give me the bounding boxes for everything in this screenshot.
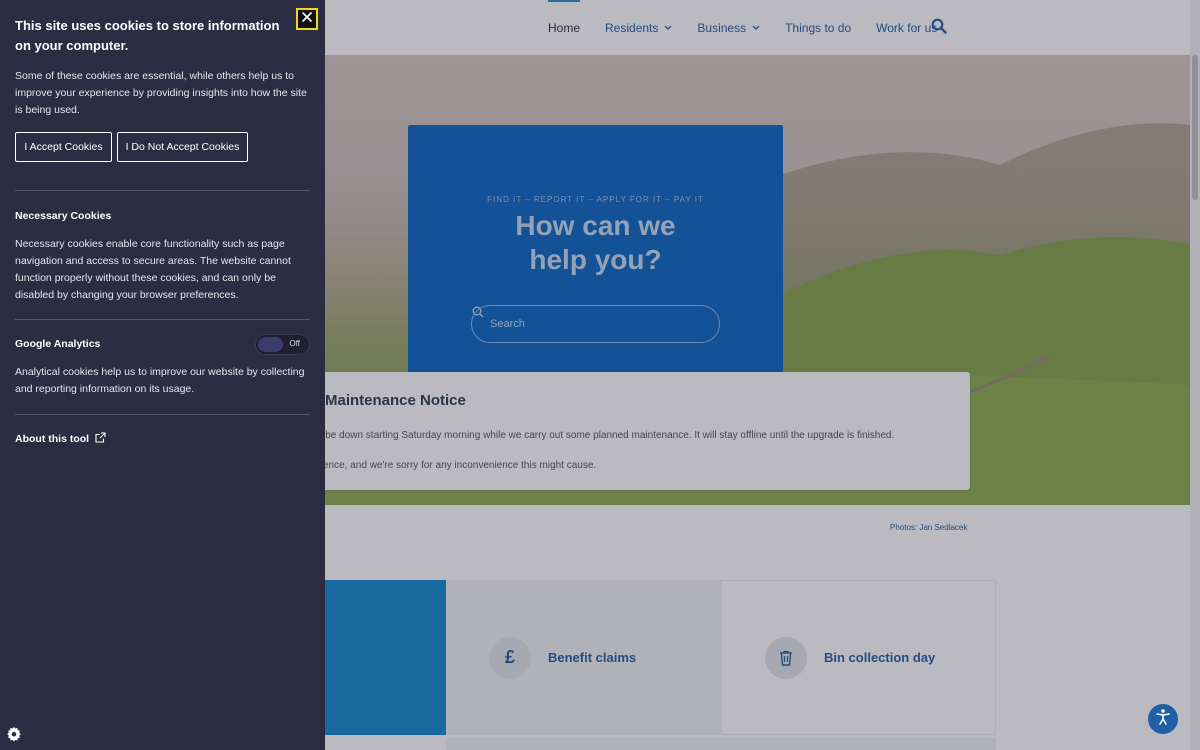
decline-cookies-button[interactable]: I Do Not Accept Cookies: [117, 132, 248, 162]
help-search-field[interactable]: [471, 305, 720, 343]
nav-item-business[interactable]: Business: [697, 0, 760, 55]
divider: [15, 414, 310, 415]
chevron-down-icon: [664, 23, 672, 33]
tile-benefit-claims[interactable]: £ Benefit claims: [446, 580, 721, 735]
divider: [15, 319, 310, 320]
tile-row-partial: [446, 738, 996, 750]
help-title-line1: How can we: [515, 210, 676, 241]
cookie-settings-toggle[interactable]: [0, 693, 57, 750]
gear-icon: [6, 726, 22, 746]
notice-text: tience, and we're sorry for any inconven…: [318, 460, 597, 471]
cookie-intro-text: Some of these cookies are essential, whi…: [15, 70, 307, 116]
chevron-down-icon: [752, 23, 760, 33]
nav-item-label: Things to do: [785, 20, 852, 35]
maintenance-notice: Maintenance Notice ll be down starting S…: [300, 372, 970, 490]
cookie-panel-title: This site uses cookies to store informat…: [15, 18, 280, 53]
about-tool-link[interactable]: About this tool: [15, 432, 106, 446]
page-scrollbar[interactable]: [1190, 0, 1200, 750]
nav-item-work-for-us[interactable]: Work for us: [876, 0, 937, 55]
accessibility-button[interactable]: [1148, 704, 1178, 734]
close-icon: [301, 10, 313, 28]
analytics-text: Analytical cookies help us to improve ou…: [15, 366, 305, 395]
photo-credit-link[interactable]: Photos: Jan Sedlacek: [890, 523, 967, 532]
accessibility-icon: [1154, 708, 1172, 731]
help-title-line2: help you?: [529, 244, 662, 275]
notice-text: ll be down starting Saturday morning whi…: [318, 430, 895, 441]
search-input[interactable]: [490, 318, 690, 330]
analytics-heading: Google Analytics: [15, 338, 101, 350]
nav-item-label: Business: [697, 20, 747, 35]
notice-title: Maintenance Notice: [325, 392, 466, 409]
main-nav: Home Residents Business Things to do Wor…: [548, 0, 962, 55]
accept-cookies-button[interactable]: I Accept Cookies: [15, 132, 112, 162]
cookie-control-panel: This site uses cookies to store informat…: [0, 0, 325, 750]
nav-item-label: Home: [548, 20, 581, 35]
nav-item-label: Work for us: [876, 20, 938, 35]
toggle-state-label: Off: [289, 339, 300, 348]
search-icon[interactable]: [931, 18, 947, 34]
nav-item-label: Residents: [605, 20, 659, 35]
necessary-cookies-text: Necessary cookies enable core functional…: [15, 238, 291, 301]
help-title: How can we help you?: [408, 209, 783, 277]
tile-label: Bin collection day: [824, 650, 936, 665]
divider: [15, 190, 310, 191]
nav-item-things-to-do[interactable]: Things to do: [785, 0, 851, 55]
about-tool-label: About this tool: [15, 433, 90, 445]
tile-bin-collection[interactable]: Bin collection day: [721, 580, 996, 735]
nav-item-home[interactable]: Home: [548, 0, 581, 55]
analytics-toggle[interactable]: Off: [255, 334, 310, 355]
trash-icon: [765, 636, 807, 679]
help-search-panel: FIND IT – REPORT IT – APPLY FOR IT – PAY…: [408, 125, 783, 413]
toggle-knob: [258, 337, 283, 352]
help-eyebrow: FIND IT – REPORT IT – APPLY FOR IT – PAY…: [487, 195, 704, 204]
necessary-cookies-heading: Necessary Cookies: [15, 210, 112, 222]
nav-item-residents[interactable]: Residents: [605, 0, 672, 55]
tile-label: Benefit claims: [548, 650, 637, 665]
pound-icon: £: [489, 636, 531, 679]
close-button[interactable]: [296, 8, 318, 30]
scrollbar-thumb[interactable]: [1192, 55, 1198, 200]
external-link-icon: [95, 432, 106, 446]
